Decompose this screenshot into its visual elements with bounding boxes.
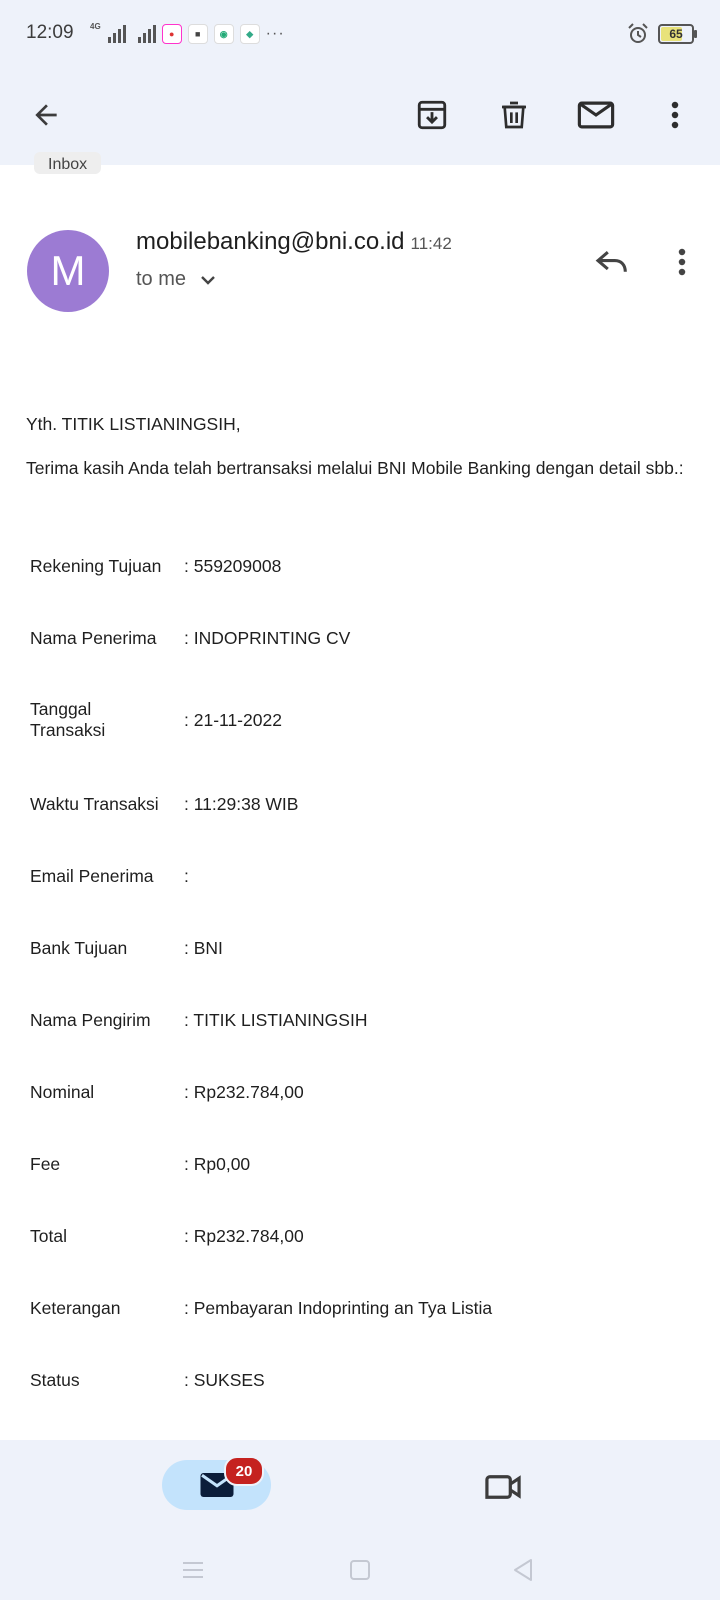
detail-row: Nama Penerima : INDOPRINTING CV [30,612,700,664]
reply-button[interactable] [590,240,634,284]
detail-value: : Rp232.784,00 [184,1225,304,1246]
archive-button[interactable] [407,90,457,140]
detail-row: Nominal : Rp232.784,00 [30,1066,700,1118]
more-options-button[interactable] [650,90,700,140]
system-back-button[interactable] [505,1552,541,1588]
email-time: 11:42 [410,234,452,253]
status-bar: 12:09 4G ● ■ ◉ ◆ ··· 65 [0,0,720,70]
recipient-label: to me [136,268,187,290]
system-home-button[interactable] [342,1552,378,1588]
unread-count-badge: 20 [224,1456,264,1486]
detail-label: Nama Penerima [30,627,157,648]
status-icons: 4G ● ■ ◉ ◆ ··· [90,22,285,46]
sender-email[interactable]: mobilebanking@bni.co.id [136,228,405,255]
nav-meet-tab[interactable] [480,1464,526,1510]
detail-row: Email Penerima : [30,850,700,902]
email-greeting: Yth. TITIK LISTIANINGSIH, [26,414,241,434]
arrow-left-icon [35,104,57,126]
back-button[interactable] [21,90,71,140]
detail-row: Fee : Rp0,00 [30,1138,700,1190]
mail-icon [577,101,615,129]
delete-button[interactable] [489,90,539,140]
network-type-label: 4G [90,22,101,31]
detail-value: : Pembayaran Indoprinting an Tya Listia [184,1297,493,1318]
detail-label: Email Penerima [30,865,154,886]
bottom-navigation: 20 [0,1440,720,1600]
notification-app-icon: ● [161,24,182,44]
detail-value: : TITIK LISTIANINGSIH [184,1009,368,1030]
detail-value: : 11:29:38 WIB [184,793,299,814]
detail-value: : SUKSES [184,1369,265,1390]
signal-icon [107,25,126,43]
system-recents-button[interactable] [175,1552,211,1588]
email-intro: Terima kasih Anda telah bertransaksi mel… [26,458,684,478]
message-more-button[interactable] [660,240,704,284]
triangle-back-icon [514,1559,532,1581]
alarm-icon [628,23,648,43]
notification-app-icon: ◆ [239,24,260,44]
signal-icon-2 [137,25,156,43]
detail-label: Fee [30,1153,61,1174]
detail-row: Tanggal Transaksi : 21-11-2022 [30,688,700,752]
email-toolbar [0,70,720,165]
label-chip-inbox[interactable]: Inbox [34,152,102,174]
battery-icon: 65 [658,24,697,44]
detail-value: : Rp232.784,00 [184,1081,304,1102]
notification-app-icon: ◉ [213,24,234,44]
detail-label: Total [30,1225,67,1246]
detail-row: Keterangan : Pembayaran Indoprinting an … [30,1282,700,1334]
detail-row: Nama Pengirim : TITIK LISTIANINGSIH [30,994,700,1046]
detail-row: Rekening Tujuan : 559209008 [30,540,700,592]
detail-label: Rekening Tujuan [30,555,162,576]
sender-avatar[interactable]: M [27,230,109,312]
detail-value: : [184,865,189,886]
detail-value: : BNI [184,937,223,958]
chevron-down-icon [201,275,215,285]
more-vert-icon [678,248,686,276]
detail-label: Nama Pengirim [30,1009,151,1030]
detail-value: : 559209008 [184,555,282,576]
detail-label: Keterangan [30,1297,121,1318]
status-right: 65 [626,22,697,46]
status-time: 12:09 [26,22,74,43]
detail-row: Status : SUKSES [30,1354,700,1406]
detail-row: Total : Rp232.784,00 [30,1210,700,1262]
sender-line: mobilebanking@bni.co.id 11:42 [136,228,452,256]
mark-unread-button[interactable] [571,90,621,140]
trash-icon [502,101,526,129]
detail-label: Status [30,1369,80,1390]
recipient-toggle[interactable]: to me [136,268,216,291]
video-camera-icon [485,1475,521,1499]
detail-label: Waktu Transaksi [30,793,159,814]
detail-value: : INDOPRINTING CV [184,627,351,648]
detail-label: Bank Tujuan [30,937,128,958]
archive-icon [417,100,447,130]
notification-app-icon: ■ [187,24,208,44]
detail-label: Tanggal Transaksi [30,699,106,740]
more-vert-icon [671,101,679,129]
detail-row: Waktu Transaksi : 11:29:38 WIB [30,778,700,830]
battery-percent: 65 [669,27,683,41]
detail-value: : Rp0,00 [184,1153,251,1174]
detail-value: : 21-11-2022 [184,709,282,730]
more-notifications-icon: ··· [265,25,285,42]
detail-label: Nominal [30,1081,95,1102]
menu-lines-icon [183,1562,203,1578]
detail-row: Bank Tujuan : BNI [30,922,700,974]
square-icon [350,1560,370,1580]
reply-icon [595,251,627,272]
